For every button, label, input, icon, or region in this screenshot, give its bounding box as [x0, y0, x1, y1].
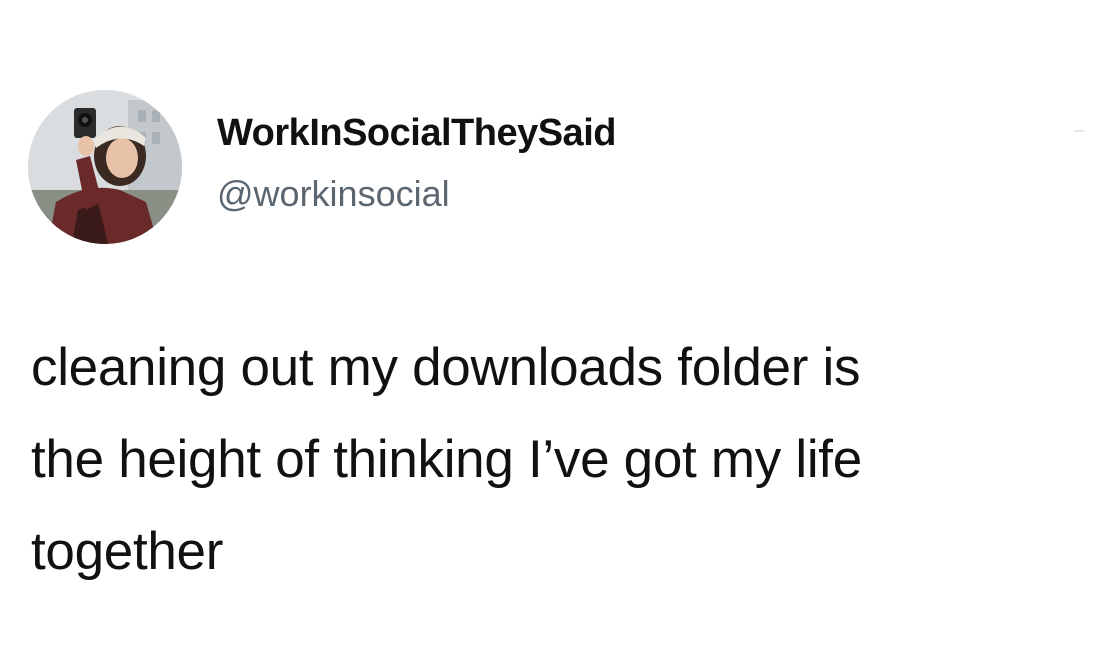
tweet-text: cleaning out my downloads folder is the …	[31, 322, 1071, 598]
tweet-text-line: cleaning out my downloads folder is	[31, 338, 861, 397]
avatar[interactable]	[28, 90, 182, 244]
user-handle[interactable]: @workinsocial	[217, 173, 450, 215]
profile-photo-icon	[28, 90, 182, 244]
tweet-text-line: together	[31, 522, 224, 581]
tweet-text-line: the height of thinking I’ve got my life	[31, 430, 862, 489]
divider	[1074, 130, 1084, 132]
display-name[interactable]: WorkInSocialTheySaid	[217, 112, 616, 155]
tweet-card: WorkInSocialTheySaid @workinsocial clean…	[0, 0, 1100, 646]
